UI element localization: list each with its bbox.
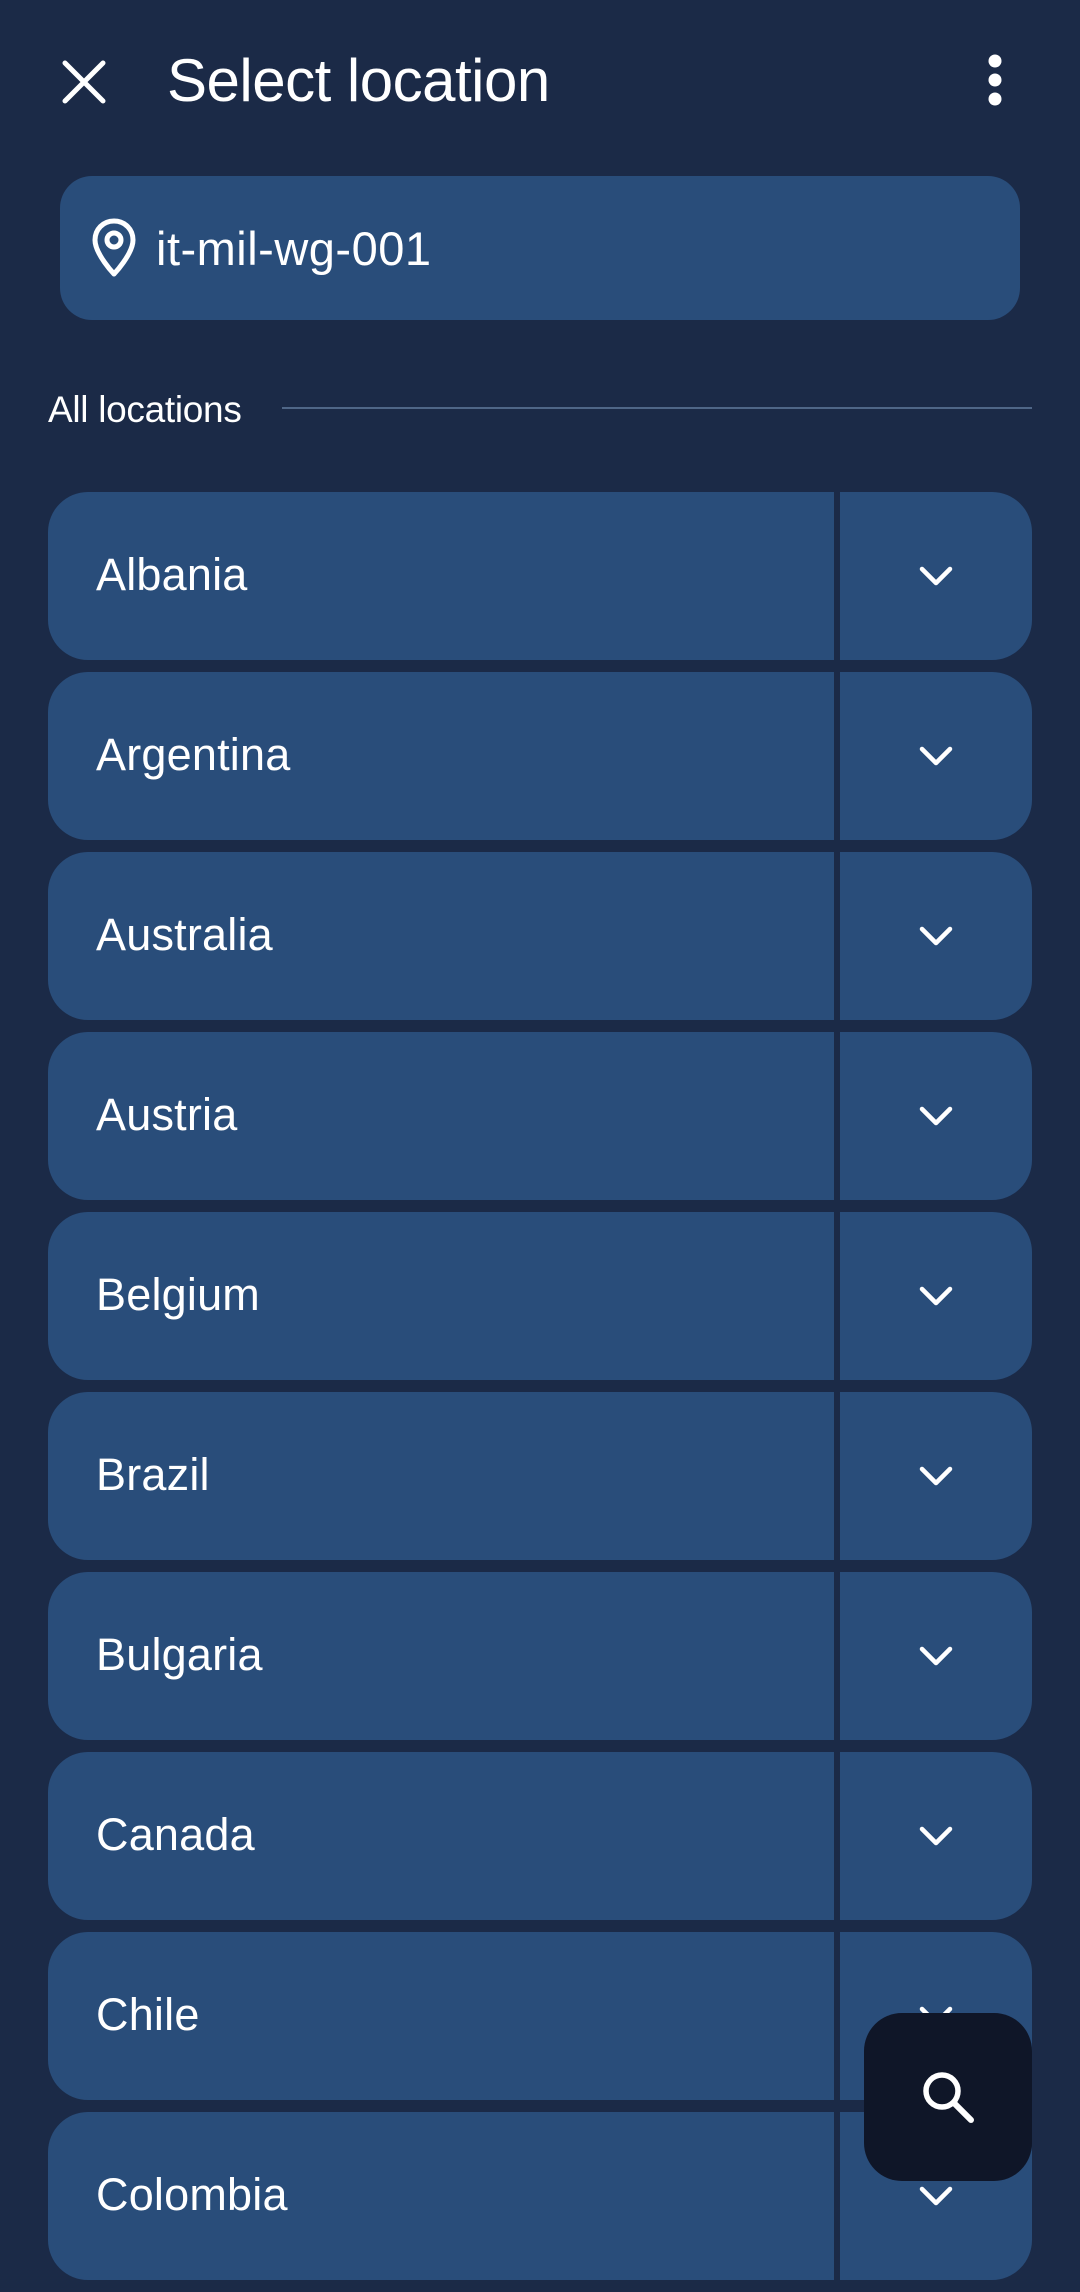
location-item-canada[interactable]: Canada — [48, 1752, 834, 1920]
more-options-button[interactable] — [970, 50, 1020, 110]
location-item-chile[interactable]: Chile — [48, 1932, 834, 2100]
list-item: Canada — [48, 1752, 1032, 1920]
section-header: All locations — [48, 384, 1032, 434]
location-item-albania[interactable]: Albania — [48, 492, 834, 660]
chevron-down-icon — [919, 1466, 953, 1486]
chevron-down-icon — [919, 1286, 953, 1306]
chevron-down-icon — [919, 1106, 953, 1126]
location-name: Chile — [96, 1989, 200, 2040]
chevron-down-icon — [919, 566, 953, 586]
list-item: Australia — [48, 852, 1032, 1020]
current-location-value: it-mil-wg-001 — [156, 222, 432, 275]
expand-button[interactable] — [840, 1752, 1032, 1920]
location-name: Albania — [96, 549, 248, 600]
expand-button[interactable] — [840, 1212, 1032, 1380]
list-item: Austria — [48, 1032, 1032, 1200]
location-name: Bulgaria — [96, 1629, 263, 1680]
chevron-down-icon — [919, 2186, 953, 2206]
expand-button[interactable] — [840, 852, 1032, 1020]
list-item: Albania — [48, 492, 1032, 660]
location-pin-icon — [84, 218, 144, 278]
chevron-down-icon — [919, 746, 953, 766]
section-divider — [282, 407, 1032, 409]
list-item: Bulgaria — [48, 1572, 1032, 1740]
expand-button[interactable] — [840, 492, 1032, 660]
chevron-down-icon — [919, 1826, 953, 1846]
more-vertical-icon — [988, 54, 1002, 106]
top-bar: Select location — [0, 0, 1080, 160]
location-item-australia[interactable]: Australia — [48, 852, 834, 1020]
location-name: Belgium — [96, 1269, 260, 1320]
page-title: Select location — [167, 47, 550, 114]
chevron-down-icon — [919, 1646, 953, 1666]
expand-button[interactable] — [840, 1392, 1032, 1560]
current-location-field[interactable]: it-mil-wg-001 — [60, 176, 1020, 320]
expand-button[interactable] — [840, 1032, 1032, 1200]
close-icon — [62, 60, 106, 104]
chevron-down-icon — [919, 926, 953, 946]
expand-button[interactable] — [840, 1572, 1032, 1740]
location-item-austria[interactable]: Austria — [48, 1032, 834, 1200]
location-item-belgium[interactable]: Belgium — [48, 1212, 834, 1380]
location-name: Colombia — [96, 2169, 288, 2220]
close-button[interactable] — [54, 52, 114, 112]
location-item-argentina[interactable]: Argentina — [48, 672, 834, 840]
expand-button[interactable] — [840, 672, 1032, 840]
location-name: Australia — [96, 909, 273, 960]
location-name: Canada — [96, 1809, 255, 1860]
list-item: Brazil — [48, 1392, 1032, 1560]
list-item: Argentina — [48, 672, 1032, 840]
list-item: Belgium — [48, 1212, 1032, 1380]
location-name: Austria — [96, 1089, 238, 1140]
location-item-colombia[interactable]: Colombia — [48, 2112, 834, 2280]
location-name: Brazil — [96, 1449, 210, 1500]
location-name: Argentina — [96, 729, 291, 780]
location-item-bulgaria[interactable]: Bulgaria — [48, 1572, 834, 1740]
location-item-brazil[interactable]: Brazil — [48, 1392, 834, 1560]
section-label: All locations — [48, 389, 242, 430]
search-icon — [923, 2072, 974, 2123]
search-button[interactable] — [864, 2013, 1032, 2181]
